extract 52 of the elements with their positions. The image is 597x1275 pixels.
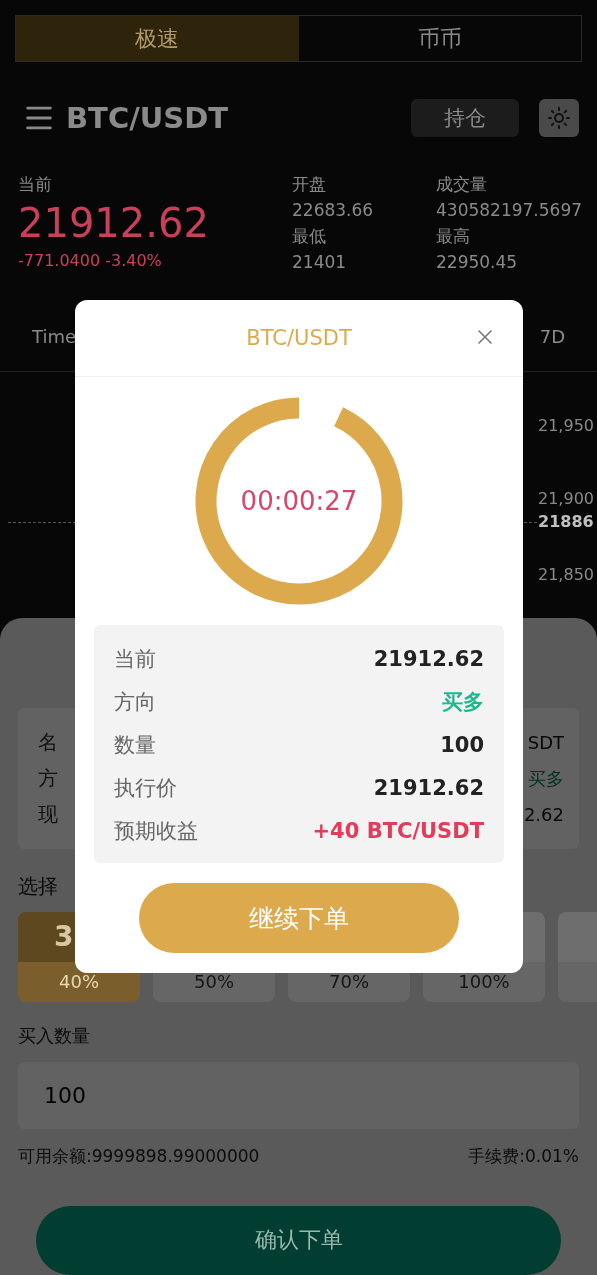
chart-interval-tab[interactable]: 7D [539, 325, 565, 347]
dialog-title: BTC/USDT [246, 326, 352, 350]
info-label: 名 [38, 730, 58, 755]
detail-value: 100 [440, 732, 484, 759]
detail-value: 21912.62 [373, 646, 484, 673]
positions-button[interactable]: 持仓 [411, 98, 519, 137]
payout-rate: 100% [458, 971, 510, 993]
stat-label: 开盘 [292, 173, 327, 195]
stat-label: 最低 [292, 225, 327, 247]
detail-label: 当前 [114, 646, 156, 673]
detail-label: 方向 [114, 689, 156, 716]
detail-value: +40 BTC/USDT [312, 818, 484, 845]
info-label: 现 [38, 802, 58, 827]
stat-value: 22950.45 [436, 251, 519, 273]
stat-label: 成交量 [436, 173, 488, 195]
chart-interval-tab[interactable]: Time [32, 325, 77, 347]
price-axis-label: 21,900 [538, 489, 594, 508]
quantity-label: 买入数量 [18, 1023, 91, 1048]
stat-label: 最高 [436, 225, 471, 247]
confirm-order-button[interactable]: 确认下单 [36, 1205, 561, 1275]
fee-text: 手续费:0.01% [468, 1144, 579, 1168]
duration-label: 选择 [18, 872, 59, 900]
countdown-time: 00:00:27 [240, 486, 358, 516]
payout-rate: 50% [194, 971, 234, 993]
price-axis-label: 21,950 [538, 416, 594, 435]
detail-value: 买多 [442, 689, 484, 716]
detail-label: 数量 [114, 732, 156, 759]
info-value: SDT [527, 731, 564, 755]
stat-value: 21401 [292, 251, 348, 273]
info-label: 方 [38, 766, 58, 791]
balance-text: 可用余额:9999898.99000000 [18, 1144, 260, 1168]
theme-button[interactable] [539, 98, 579, 137]
sun-icon [547, 105, 571, 130]
mode-tab[interactable]: 极速 [16, 16, 299, 61]
price-axis-label: 21886 [538, 512, 594, 531]
current-price: 21912.62 [18, 199, 210, 247]
stat-value: 22683.66 [292, 199, 375, 221]
payout-rate: 40% [59, 971, 99, 993]
detail-value: 21912.62 [373, 775, 484, 802]
info-value: 买多 [528, 767, 564, 791]
detail-label: 预期收益 [114, 818, 198, 845]
stat-value: 430582197.5697 [436, 199, 582, 221]
duration-header: 3 [53, 919, 75, 956]
quantity-field[interactable]: 100 [18, 1061, 579, 1129]
price-axis-label: 21,850 [538, 565, 594, 584]
info-value: 2.62 [523, 803, 564, 827]
mode-tab[interactable]: 币币 [298, 16, 581, 61]
price-change: -771.0400 -3.40% [18, 251, 163, 270]
detail-label: 执行价 [114, 775, 177, 802]
payout-rate: 70% [329, 971, 369, 993]
current-label: 当前 [18, 173, 53, 195]
pair-title: BTC/USDT [66, 100, 230, 135]
